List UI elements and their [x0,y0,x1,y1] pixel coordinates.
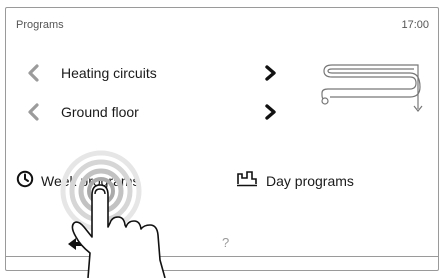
day-profile-icon [237,171,257,187]
chevron-right-icon[interactable] [264,103,278,121]
week-programs-button[interactable]: Week programs [16,168,166,192]
chevron-left-icon[interactable] [26,102,40,122]
week-programs-label: Week programs [41,173,140,189]
chevron-left-icon[interactable] [26,63,40,83]
footer-divider [6,256,438,257]
selector-ground-floor: Ground floor [6,100,306,124]
back-arrow-icon[interactable] [66,236,92,252]
help-button[interactable]: ? [222,235,229,250]
clock-time: 17:00 [401,19,429,31]
device-screen: Programs 17:00 Heating circuits Ground f… [5,7,439,271]
chevron-right-icon[interactable] [264,64,278,82]
day-programs-button[interactable]: Day programs [236,168,386,192]
day-programs-label: Day programs [266,173,354,189]
screen-title: Programs [16,19,64,31]
selector-label: Ground floor [61,104,139,120]
selector-heating-circuits: Heating circuits [6,61,306,85]
clock-icon [16,170,34,188]
selector-label: Heating circuits [61,65,157,81]
heating-circuit-icon [321,64,423,112]
